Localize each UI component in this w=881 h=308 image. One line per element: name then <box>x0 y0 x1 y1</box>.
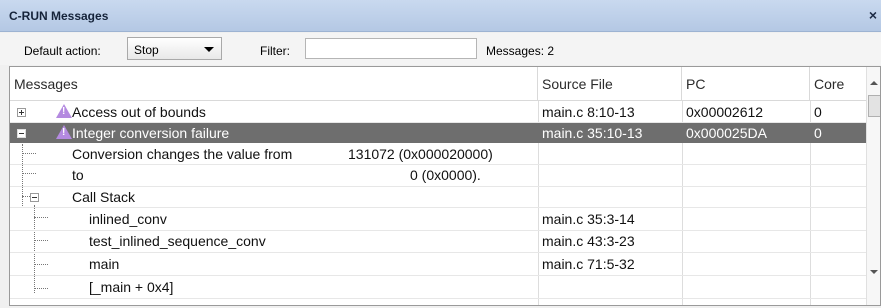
plus-icon[interactable] <box>17 108 26 117</box>
filter-input[interactable] <box>305 38 477 59</box>
column-header-messages[interactable]: Messages <box>10 67 538 101</box>
filter-label: Filter: <box>260 44 290 58</box>
detail-value: 131072 (0x000020000) <box>348 146 493 162</box>
minus-icon[interactable] <box>30 193 39 202</box>
table-row[interactable]: [_main + 0x4] <box>10 277 866 297</box>
close-icon[interactable]: × <box>866 7 880 23</box>
message-text: Access out of bounds <box>72 104 206 120</box>
default-action-label: Default action: <box>24 44 101 58</box>
table-row[interactable]: main main.c 71:5-32 <box>10 254 866 274</box>
table-row-selected[interactable]: Integer conversion failure main.c 35:10-… <box>10 123 866 143</box>
warning-icon <box>56 125 72 139</box>
table-row[interactable]: Conversion changes the value from 131072… <box>10 144 866 164</box>
core-value: 0 <box>814 125 822 141</box>
row-divider <box>10 298 866 299</box>
window-title: C-RUN Messages <box>9 9 109 23</box>
default-action-select[interactable]: Stop <box>127 37 222 60</box>
scroll-down-icon[interactable] <box>870 270 878 274</box>
window-titlebar: C-RUN Messages × <box>0 0 881 32</box>
table-row[interactable]: Access out of bounds main.c 8:10-13 0x00… <box>10 102 866 122</box>
table-row[interactable]: to 0 (0x0000). <box>10 165 866 185</box>
source-file: main.c 35:10-13 <box>542 125 643 141</box>
stack-frame: main <box>89 256 120 272</box>
core-value: 0 <box>814 104 822 120</box>
source-file: main.c 43:3-23 <box>542 233 635 249</box>
pc-value: 0x00002612 <box>686 104 764 120</box>
source-file: main.c 71:5-32 <box>542 256 635 272</box>
pc-value: 0x000025DA <box>686 125 767 141</box>
warning-icon <box>56 104 72 118</box>
row-divider <box>10 275 866 276</box>
minus-icon[interactable] <box>17 129 26 138</box>
source-file: main.c 8:10-13 <box>542 104 635 120</box>
default-action-value: Stop <box>134 43 159 57</box>
message-text: Integer conversion failure <box>72 125 230 141</box>
table-row[interactable]: Call Stack <box>10 187 866 207</box>
source-file: main.c 35:3-14 <box>542 211 635 227</box>
toolbar: Default action: Stop Filter: Messages: 2 <box>0 33 881 65</box>
column-header-source-file[interactable]: Source File <box>538 67 682 101</box>
scroll-thumb[interactable] <box>868 95 880 117</box>
stack-frame: test_inlined_sequence_conv <box>89 233 266 249</box>
column-header-pc[interactable]: PC <box>682 67 810 101</box>
detail-text: to <box>72 167 84 183</box>
table-header: Messages Source File PC Core <box>10 67 866 101</box>
column-header-core[interactable]: Core <box>810 67 866 101</box>
row-divider <box>10 252 866 253</box>
table-row[interactable]: test_inlined_sequence_conv main.c 43:3-2… <box>10 231 866 251</box>
table-row[interactable]: inlined_conv main.c 35:3-14 <box>10 209 866 229</box>
stack-frame: inlined_conv <box>89 211 167 227</box>
row-divider <box>10 207 866 208</box>
chevron-down-icon <box>204 47 214 52</box>
detail-value: 0 (0x0000). <box>410 167 481 183</box>
vertical-scrollbar[interactable] <box>866 67 880 305</box>
call-stack-label: Call Stack <box>72 189 136 205</box>
messages-table: Messages Source File PC Core Access out … <box>9 66 881 306</box>
messages-count: Messages: 2 <box>486 44 555 58</box>
detail-text: Conversion changes the value from <box>72 146 293 162</box>
stack-frame: [_main + 0x4] <box>89 279 174 295</box>
scroll-up-icon[interactable] <box>870 81 878 85</box>
